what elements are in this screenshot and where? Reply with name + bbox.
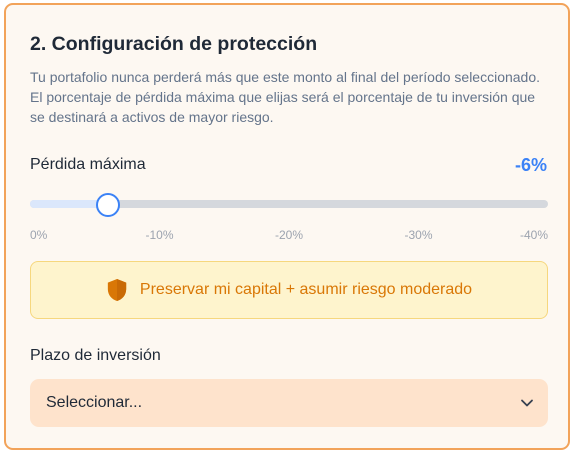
tick-label: -30%	[404, 228, 433, 242]
tick-label: -10%	[145, 228, 174, 242]
tick-label: -40%	[519, 228, 548, 242]
risk-profile-notice: Preservar mi capital + asumir riesgo mod…	[30, 261, 548, 319]
max-loss-slider[interactable]	[30, 192, 548, 217]
slider-thumb[interactable]	[95, 193, 120, 217]
section-title: 2. Configuración de protección	[30, 33, 318, 55]
risk-profile-text: Preservar mi capital + asumir riesgo mod…	[139, 281, 473, 298]
investment-term-label: Plazo de inversión	[30, 347, 161, 364]
section-description: Tu portafolio nunca perderá más que este…	[30, 69, 541, 125]
shield-icon	[107, 279, 127, 301]
max-loss-value: -6%	[514, 155, 547, 175]
chevron-down-icon	[521, 399, 533, 407]
investment-term-value: Seleccionar...	[46, 394, 143, 411]
max-loss-label: Pérdida máxima	[30, 156, 146, 173]
slider-tick-labels: 0% -10% -20% -30% -40%	[30, 228, 548, 244]
protection-config-card: 2. Configuración de protección Tu portaf…	[4, 3, 570, 450]
tick-label: 0%	[30, 228, 48, 242]
investment-term-select[interactable]: Seleccionar...	[30, 379, 548, 427]
tick-label: -20%	[274, 228, 304, 242]
